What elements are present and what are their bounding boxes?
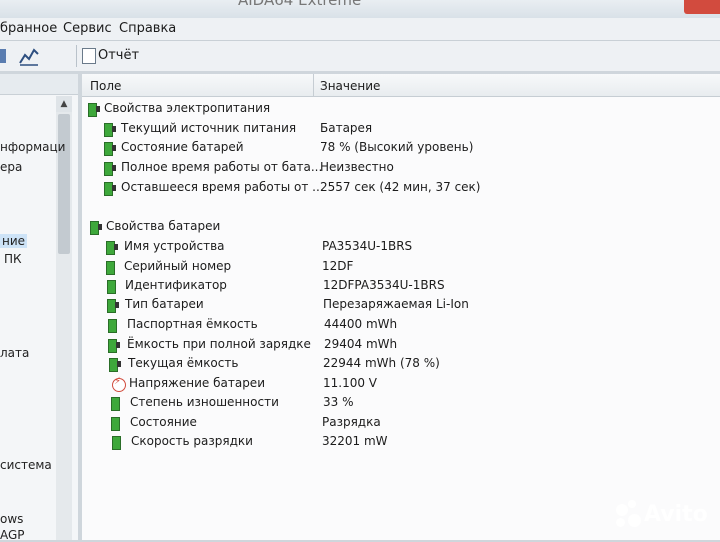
scroll-up-icon[interactable]: ▲: [56, 96, 72, 112]
navigation-pane: ▲ нформаци ера ние ПК лата система ows A…: [0, 74, 78, 542]
nav-item-os[interactable]: система: [0, 458, 52, 472]
field-label: Текущая ёмкость: [128, 356, 239, 370]
field-value: Батарея: [320, 121, 373, 135]
window-title: AIDA64 Extreme: [238, 0, 362, 9]
field-value: 2557 сек (42 мин, 37 сек): [320, 180, 481, 194]
battery-icon: [108, 318, 120, 333]
field-label: Ёмкость при полной зарядке: [127, 337, 311, 351]
menu-bar: бранное Сервис Справка: [0, 18, 720, 41]
field-value: 78 % (Высокий уровень): [320, 140, 474, 154]
battery-plug-icon: [104, 161, 116, 176]
battery-plug-icon: [109, 357, 121, 372]
report-button[interactable]: Отчёт: [82, 48, 142, 64]
battery-plug-icon: [106, 240, 118, 255]
field-label: Состояние батарей: [121, 140, 244, 154]
column-header: Поле Значение: [82, 74, 720, 97]
nav-item-portable-pc[interactable]: ПК: [4, 252, 22, 266]
column-value[interactable]: Значение: [320, 79, 380, 93]
field-label: Паспортная ёмкость: [127, 317, 258, 331]
field-label: Текущий источник питания: [121, 121, 297, 135]
field-value: 29404 mWh: [324, 337, 398, 351]
field-value: 22944 mWh (78 %): [323, 356, 440, 370]
field-label: Серийный номер: [124, 259, 232, 273]
battery-icon: [90, 220, 102, 235]
field-value: 32201 mW: [322, 434, 388, 448]
battery-icon: [111, 396, 123, 411]
field-label: Напряжение батареи: [129, 376, 265, 390]
field-label: Тип батареи: [125, 297, 204, 311]
report-label: Отчёт: [98, 48, 140, 63]
field-value: PA3534U-1BRS: [322, 239, 413, 253]
nav-item-computer[interactable]: ера: [0, 160, 22, 174]
field-value: 12DF: [322, 259, 354, 273]
field-label: Скорость разрядки: [131, 434, 253, 448]
battery-plug-icon: [107, 298, 119, 313]
field-value: Неизвестно: [320, 160, 394, 174]
close-button[interactable]: [684, 0, 720, 14]
field-value: Разрядка: [322, 415, 381, 429]
avito-watermark: Avito: [612, 496, 716, 536]
field-value: 12DFPA3534U-1BRS: [323, 278, 445, 292]
group-title: Свойства электропитания: [104, 101, 271, 115]
toolbar-person-icon[interactable]: [0, 45, 16, 67]
title-bar: AIDA64 Extreme: [0, 0, 720, 18]
navigation-scrollbar[interactable]: ▲: [56, 96, 72, 540]
nav-item-windows[interactable]: ows: [0, 512, 23, 526]
details-pane: Поле Значение Свойства электропитания Те…: [82, 74, 720, 540]
menu-favorites[interactable]: бранное: [0, 21, 57, 36]
field-value: 33 %: [323, 395, 354, 409]
battery-plug-icon: [104, 141, 116, 156]
field-label: Полное время работы от бата...: [121, 160, 323, 174]
field-value: Перезаряжаемая Li-Ion: [323, 297, 469, 311]
group-title: Свойства батареи: [106, 219, 221, 233]
scroll-thumb[interactable]: [58, 114, 70, 254]
battery-icon: [107, 279, 119, 294]
nav-item-information[interactable]: нформаци: [0, 140, 65, 154]
battery-plug-icon: [104, 181, 116, 196]
menu-service[interactable]: Сервис: [63, 21, 112, 36]
nav-item-power-selected[interactable]: ние: [0, 234, 28, 248]
voltage-warning-icon: [112, 376, 126, 392]
report-icon: [82, 48, 96, 64]
field-value: 44400 mWh: [324, 317, 398, 331]
field-value: 11.100 V: [323, 376, 378, 390]
field-label: Имя устройства: [124, 239, 225, 253]
field-label: Степень изношенности: [130, 395, 279, 409]
avito-wordmark: Avito: [644, 502, 708, 527]
column-field[interactable]: Поле: [90, 79, 121, 93]
battery-icon: [88, 102, 100, 117]
menu-help[interactable]: Справка: [119, 21, 176, 36]
field-label: Оставшееся время работы от ...: [121, 180, 324, 194]
battery-icon: [112, 435, 124, 450]
battery-plug-icon: [108, 338, 120, 353]
field-label: Состояние: [130, 415, 197, 429]
battery-icon: [111, 416, 123, 431]
chart-icon[interactable]: [18, 45, 40, 67]
column-divider[interactable]: [313, 74, 314, 96]
toolbar-separator: [76, 45, 77, 67]
nav-item-motherboard[interactable]: лата: [0, 346, 29, 360]
navigation-header: [0, 74, 78, 95]
field-label: Идентификатор: [125, 278, 227, 292]
battery-icon: [106, 260, 118, 275]
battery-plug-icon: [104, 122, 116, 137]
